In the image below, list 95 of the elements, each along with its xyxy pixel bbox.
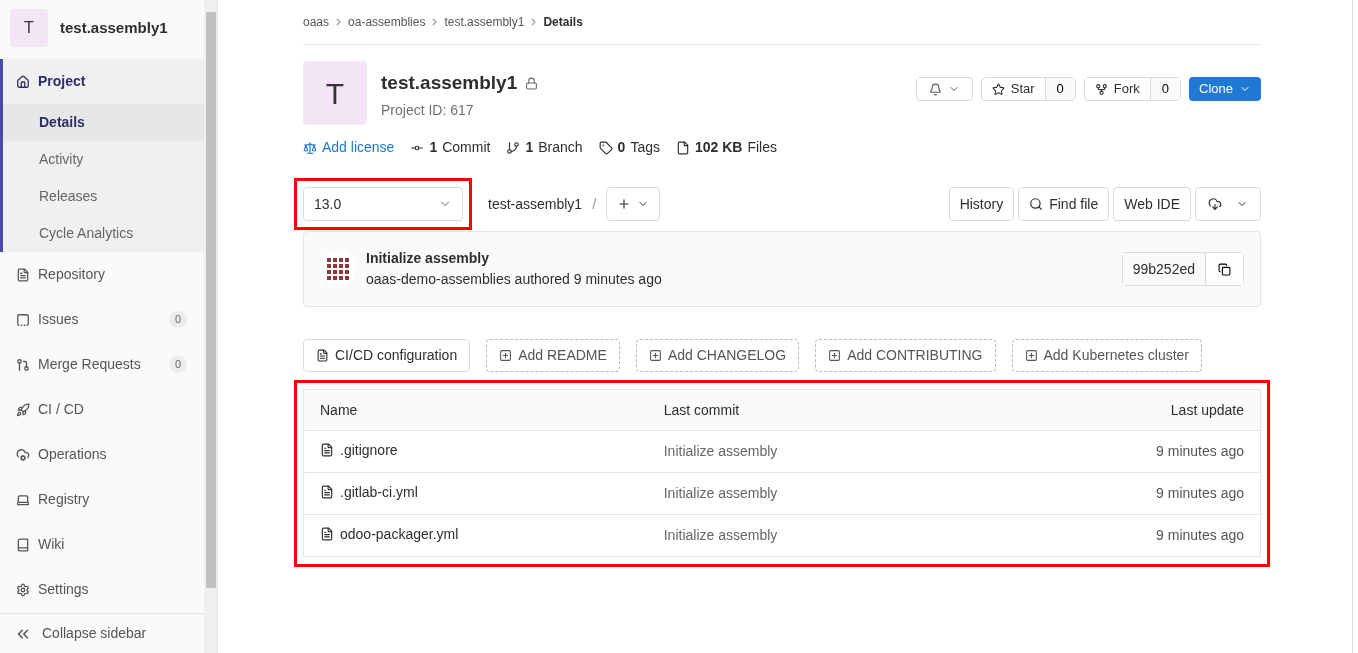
copy-icon — [1218, 262, 1231, 276]
stat-link[interactable]: 1 Branch — [506, 137, 583, 158]
file-link[interactable]: .gitignore — [320, 439, 398, 461]
sidebar-item[interactable]: Repository — [0, 252, 205, 297]
fork-icon — [1094, 82, 1108, 96]
book-icon — [16, 537, 30, 552]
web-ide-button[interactable]: Web IDE — [1113, 187, 1191, 221]
clone-button[interactable]: Clone — [1189, 77, 1261, 101]
cloud-download-icon — [1208, 197, 1222, 211]
table-cell: 9 minutes ago — [1017, 514, 1261, 557]
star-button[interactable]: Star — [981, 78, 1045, 100]
column-header: Last commit — [647, 389, 1018, 431]
add-license-link[interactable]: Add license — [303, 137, 395, 158]
stat-link[interactable]: 1 Commit — [410, 137, 491, 158]
add-file-button[interactable]: Add CHANGELOG — [635, 339, 800, 372]
fork-count: 0 — [1149, 78, 1181, 100]
path-separator: / — [592, 193, 597, 214]
sidebar-item[interactable]: Wiki — [0, 522, 205, 567]
file-link[interactable]: .gitlab-ci.yml — [320, 481, 418, 503]
file-icon — [320, 485, 334, 500]
star-count: 0 — [1044, 78, 1075, 100]
rocket-icon — [16, 402, 30, 417]
project-avatar: T — [10, 9, 48, 47]
file-icon — [675, 140, 690, 155]
issues-icon — [16, 312, 30, 327]
add-file-button[interactable]: Add CONTRIBUTING — [815, 339, 996, 372]
cloud-gear-icon — [16, 447, 30, 462]
document-icon — [16, 267, 30, 282]
table-cell: 9 minutes ago — [1017, 472, 1261, 515]
lock-icon — [525, 76, 539, 90]
plus-square-icon — [648, 349, 662, 362]
merge-request-icon — [16, 357, 30, 372]
breadcrumb-link[interactable]: oaas — [303, 13, 330, 31]
copy-button[interactable] — [1205, 253, 1243, 285]
notification-dropdown[interactable] — [915, 77, 973, 101]
sidebar-item[interactable]: Operations — [0, 432, 205, 477]
fork-button[interactable]: Fork — [1084, 78, 1150, 100]
table-cell: Initialize assembly — [647, 430, 1018, 473]
project-avatar: T — [303, 61, 367, 125]
history-button[interactable]: History — [948, 187, 1015, 221]
count-badge: 0 — [168, 311, 188, 328]
table-cell: 9 minutes ago — [1017, 430, 1261, 473]
sidebar-item[interactable]: Issues 0 — [0, 297, 205, 342]
bell-icon — [928, 82, 942, 96]
sidebar-item[interactable]: Merge Requests 0 — [0, 342, 205, 387]
commit-title[interactable]: Initialize assembly — [366, 248, 662, 269]
add-file-button[interactable]: Add README — [486, 339, 620, 372]
sidebar-item[interactable]: CI / CD — [0, 387, 205, 432]
star-icon — [991, 82, 1005, 96]
chevron-right-icon — [432, 18, 438, 26]
commit-author-line: oaas-demo-assemblies authored 9 minutes ago — [366, 270, 662, 289]
download-dropdown[interactable] — [1195, 187, 1261, 221]
sidebar-subitem[interactable]: Activity — [3, 141, 205, 178]
count-badge: 0 — [168, 356, 188, 373]
table-cell: Initialize assembly — [647, 472, 1018, 515]
project-name[interactable]: test.assembly1 — [60, 16, 168, 40]
stat-link[interactable]: 0 Tags — [598, 137, 660, 158]
branch-icon — [506, 140, 521, 155]
plus-icon — [617, 197, 632, 211]
sidebar-item[interactable]: Settings — [0, 567, 205, 612]
find-file-button[interactable]: Find file — [1018, 187, 1110, 221]
plus-square-icon — [828, 349, 842, 362]
project-title: test.assembly1 — [381, 71, 518, 95]
breadcrumb-link[interactable]: oa-assemblies — [348, 13, 426, 31]
settings-icon — [16, 582, 30, 597]
add-file-button[interactable]: Add Kubernetes cluster — [1011, 339, 1203, 372]
file-icon — [320, 443, 334, 458]
ci-configuration-button[interactable]: CI/CD configuration — [303, 339, 471, 372]
scale-icon — [303, 140, 317, 155]
sidebar-subitem[interactable]: Details — [3, 104, 205, 141]
chevron-right-icon — [531, 18, 537, 26]
plus-square-icon — [499, 349, 513, 362]
file-icon — [320, 527, 334, 542]
branch-dropdown[interactable]: 13.0 — [303, 187, 463, 221]
column-header: Last update — [1017, 389, 1261, 431]
home-icon — [16, 74, 30, 89]
stat-link[interactable]: 102 KB Files — [675, 137, 777, 158]
tag-icon — [598, 140, 613, 155]
sidebar-subitem[interactable]: Releases — [3, 178, 205, 215]
add-dropdown[interactable] — [606, 187, 661, 221]
repository-path[interactable]: test-assembly1 — [488, 193, 583, 215]
document-icon — [316, 349, 329, 362]
breadcrumb-link[interactable]: test.assembly1 — [444, 13, 525, 31]
sidebar-item[interactable]: Project — [3, 59, 205, 104]
table-cell: Initialize assembly — [647, 514, 1018, 557]
laptop-icon — [16, 492, 30, 507]
sidebar-subitem[interactable]: Cycle Analytics — [3, 215, 205, 252]
breadcrumb-link[interactable]: Details — [543, 13, 583, 31]
column-header: Name — [303, 389, 648, 431]
project-id: Project ID: 617 — [381, 100, 475, 120]
chevron-right-icon — [336, 18, 342, 26]
file-link[interactable]: odoo-packager.yml — [320, 523, 459, 545]
search-icon — [1029, 197, 1044, 211]
plus-square-icon — [1024, 349, 1038, 362]
sidebar-item[interactable]: Registry — [0, 477, 205, 522]
